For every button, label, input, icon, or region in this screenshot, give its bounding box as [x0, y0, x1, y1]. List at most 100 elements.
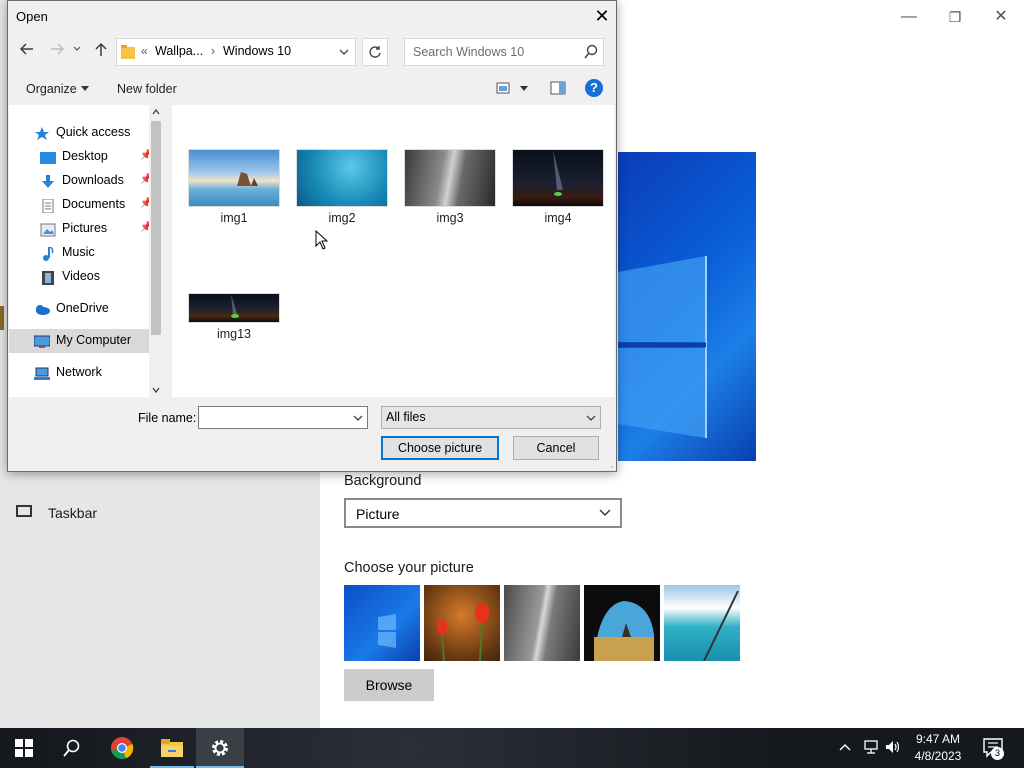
scroll-down-icon[interactable] [151, 383, 161, 398]
picture-thumbnail-2[interactable] [424, 585, 500, 662]
mouse-cursor-icon [315, 229, 329, 253]
recent-locations-button[interactable] [66, 41, 88, 63]
documents-icon [40, 198, 56, 214]
file-item-img13[interactable]: img13 [188, 293, 280, 341]
videos-icon [40, 270, 56, 285]
file-name-input[interactable] [198, 406, 368, 429]
organize-label: Organize [26, 82, 77, 96]
thumbnail-img2 [296, 149, 388, 207]
thumbnail-img4 [512, 149, 604, 207]
scroll-up-icon[interactable] [151, 107, 161, 119]
dialog-title: Open [16, 9, 48, 24]
tray-chevron-icon[interactable] [838, 736, 852, 761]
file-name: img4 [544, 211, 572, 225]
thumbnail-img3 [404, 149, 496, 207]
file-item-img1[interactable]: img1 [188, 149, 280, 225]
back-button[interactable] [16, 41, 38, 63]
choose-picture-label: Choose your picture [344, 560, 474, 576]
settings-taskbar-button[interactable] [196, 728, 244, 768]
resize-grip-icon[interactable] [606, 461, 614, 476]
file-explorer-taskbar-button[interactable] [148, 728, 196, 768]
nav-pictures[interactable]: Pictures [40, 217, 107, 239]
nav-onedrive[interactable]: OneDrive [34, 297, 109, 319]
minimize-button[interactable]: — [886, 6, 932, 28]
start-button[interactable] [0, 728, 48, 768]
refresh-button[interactable] [362, 38, 388, 66]
help-button[interactable]: ? [585, 79, 603, 97]
file-item-img2[interactable]: img2 [296, 149, 388, 225]
chrome-taskbar-button[interactable] [98, 728, 146, 768]
address-overflow[interactable]: « [141, 44, 148, 58]
nav-network[interactable]: Network [34, 361, 102, 383]
search-icon[interactable] [583, 44, 599, 63]
background-dropdown[interactable]: Picture [344, 498, 622, 528]
new-folder-button[interactable]: New folder [117, 82, 177, 96]
picture-thumbnail-4[interactable] [584, 585, 660, 661]
picture-thumbnail-1[interactable] [344, 585, 420, 661]
nav-desktop[interactable]: Desktop [40, 145, 108, 167]
refresh-icon [369, 46, 381, 58]
clock-time: 9:47 AM [915, 732, 961, 746]
cloud-icon [34, 302, 50, 316]
choose-picture-button[interactable]: Choose picture [381, 436, 499, 460]
address-dropdown-icon[interactable] [337, 43, 351, 64]
forward-button[interactable] [46, 41, 68, 63]
view-options-button[interactable] [496, 81, 530, 98]
sidebar-item-taskbar[interactable]: Taskbar [48, 505, 97, 521]
file-list: img1 img2 img3 img4 img13 [172, 105, 614, 397]
volume-icon[interactable] [884, 738, 902, 759]
caret-down-icon [81, 86, 90, 91]
notification-count-badge: 3 [991, 747, 1004, 760]
file-name: img2 [328, 211, 356, 225]
pictures-icon [40, 222, 56, 237]
file-name: img13 [216, 327, 252, 341]
file-name: img3 [436, 211, 464, 225]
nav-videos[interactable]: Videos [40, 265, 100, 287]
navigation-pane: Quick access Desktop Downloads Documents… [9, 105, 163, 397]
file-name-label: File name: [138, 411, 197, 425]
folder-icon [121, 44, 135, 59]
music-icon [40, 246, 56, 261]
action-center-button[interactable]: 3 [983, 738, 1005, 761]
file-name: img1 [220, 211, 248, 225]
chevron-down-icon [598, 502, 612, 525]
file-item-img3[interactable]: img3 [404, 149, 496, 225]
arrow-up-icon [95, 43, 107, 56]
cancel-button[interactable]: Cancel [513, 436, 599, 460]
restore-button[interactable]: ❐ [932, 6, 978, 28]
search-taskbar-button[interactable] [48, 728, 96, 768]
search-box[interactable]: Search Windows 10 [404, 38, 604, 66]
nav-quick-access[interactable]: Quick access [34, 121, 130, 143]
windows-logo-icon [618, 256, 707, 438]
file-item-img4[interactable]: img4 [512, 149, 604, 225]
nav-scrollbar-thumb[interactable] [151, 121, 161, 335]
folder-icon [161, 739, 183, 757]
up-button[interactable] [90, 41, 112, 63]
computer-icon [33, 334, 51, 348]
nav-my-computer[interactable]: My Computer [33, 329, 131, 351]
address-bar[interactable]: « Wallpa... › Windows 10 [116, 38, 356, 66]
organize-button[interactable]: Organize [26, 82, 90, 96]
chevron-down-icon[interactable] [351, 409, 365, 430]
close-window-button[interactable]: ✕ [978, 6, 1024, 28]
search-placeholder: Search Windows 10 [413, 45, 525, 59]
browse-button[interactable]: Browse [344, 669, 434, 701]
breadcrumb-windows-10[interactable]: Windows 10 [223, 44, 291, 58]
network-tray-icon[interactable] [862, 738, 880, 759]
nav-documents[interactable]: Documents [40, 193, 125, 215]
breadcrumb-separator: › [211, 44, 216, 58]
star-icon [34, 126, 50, 140]
picture-thumbnail-5[interactable] [664, 585, 740, 662]
arrow-left-icon [20, 43, 33, 55]
breadcrumb-wallpapers[interactable]: Wallpa... [155, 44, 203, 58]
clock[interactable]: 9:47 AM 4/8/2023 [905, 731, 971, 765]
dialog-close-button[interactable]: ✕ [592, 5, 612, 27]
nav-music[interactable]: Music [40, 241, 95, 263]
file-type-dropdown[interactable]: All files [381, 406, 601, 429]
preview-pane-button[interactable] [550, 81, 566, 98]
download-icon [40, 174, 56, 188]
nav-downloads[interactable]: Downloads [40, 169, 124, 191]
picture-thumbnail-3[interactable] [504, 585, 580, 661]
chrome-icon [111, 737, 134, 760]
network-icon [34, 366, 50, 380]
